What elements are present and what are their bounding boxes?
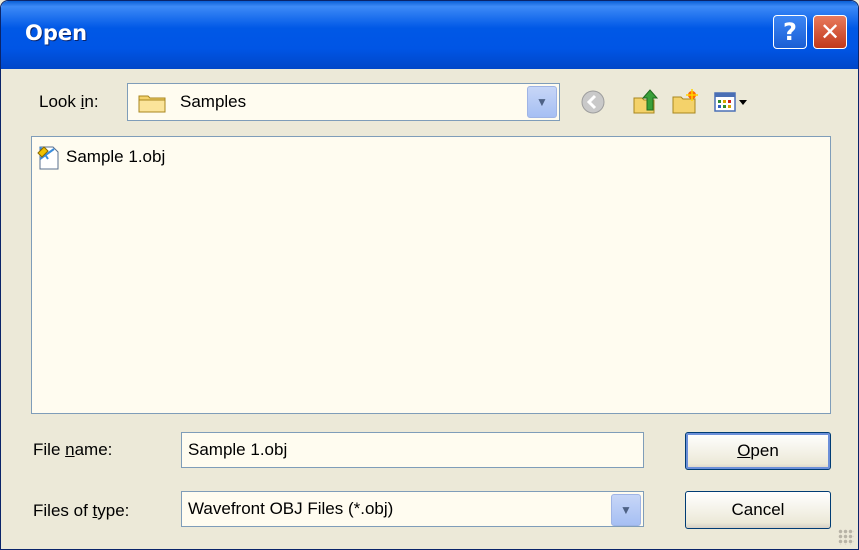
file-type-label: Files of type: [33, 501, 130, 520]
list-item[interactable]: Sample 1.obj [36, 143, 165, 171]
look-in-label: Look in: [39, 92, 99, 111]
file-list[interactable]: Sample 1.obj [31, 136, 831, 414]
folder-icon [138, 95, 166, 113]
file-name-label: File name: [33, 440, 113, 459]
chevron-down-icon: ▼ [620, 503, 632, 517]
cancel-button[interactable]: Cancel [685, 491, 831, 529]
file-name-text: Sample 1.obj [66, 147, 166, 166]
window-title: Open [25, 21, 88, 45]
look-in-value: Samples [180, 92, 247, 111]
title-bar[interactable]: Open ? ✕ [1, 1, 858, 69]
file-type-dropdown-button[interactable]: ▼ [611, 494, 641, 526]
file-name-input-value: Sample 1.obj [188, 440, 288, 459]
look-in-dropdown-button[interactable]: ▼ [527, 86, 557, 118]
file-type-value: Wavefront OBJ Files (*.obj) [188, 499, 394, 518]
help-icon: ? [783, 18, 797, 46]
help-button[interactable]: ? [773, 15, 807, 49]
look-in-combo[interactable]: Samples ▼ [127, 83, 560, 121]
view-menu-icon[interactable] [713, 88, 753, 116]
new-folder-icon[interactable] [671, 88, 699, 116]
open-button-label: Open [737, 441, 779, 460]
close-button[interactable]: ✕ [813, 15, 847, 49]
chevron-down-icon: ▼ [536, 95, 548, 109]
file-name-input[interactable]: Sample 1.obj [181, 432, 644, 468]
open-dialog: Open ? ✕ Look in: Samples ▼ Sample 1.obj… [0, 0, 859, 550]
open-button[interactable]: Open [685, 432, 831, 470]
cancel-button-label: Cancel [731, 500, 785, 519]
close-icon: ✕ [819, 18, 841, 46]
file-type-select[interactable]: Wavefront OBJ Files (*.obj) ▼ [181, 491, 644, 527]
back-icon[interactable] [579, 88, 607, 116]
up-folder-icon[interactable] [631, 88, 659, 116]
resize-grip[interactable] [838, 529, 854, 545]
obj-file-icon [37, 146, 59, 170]
